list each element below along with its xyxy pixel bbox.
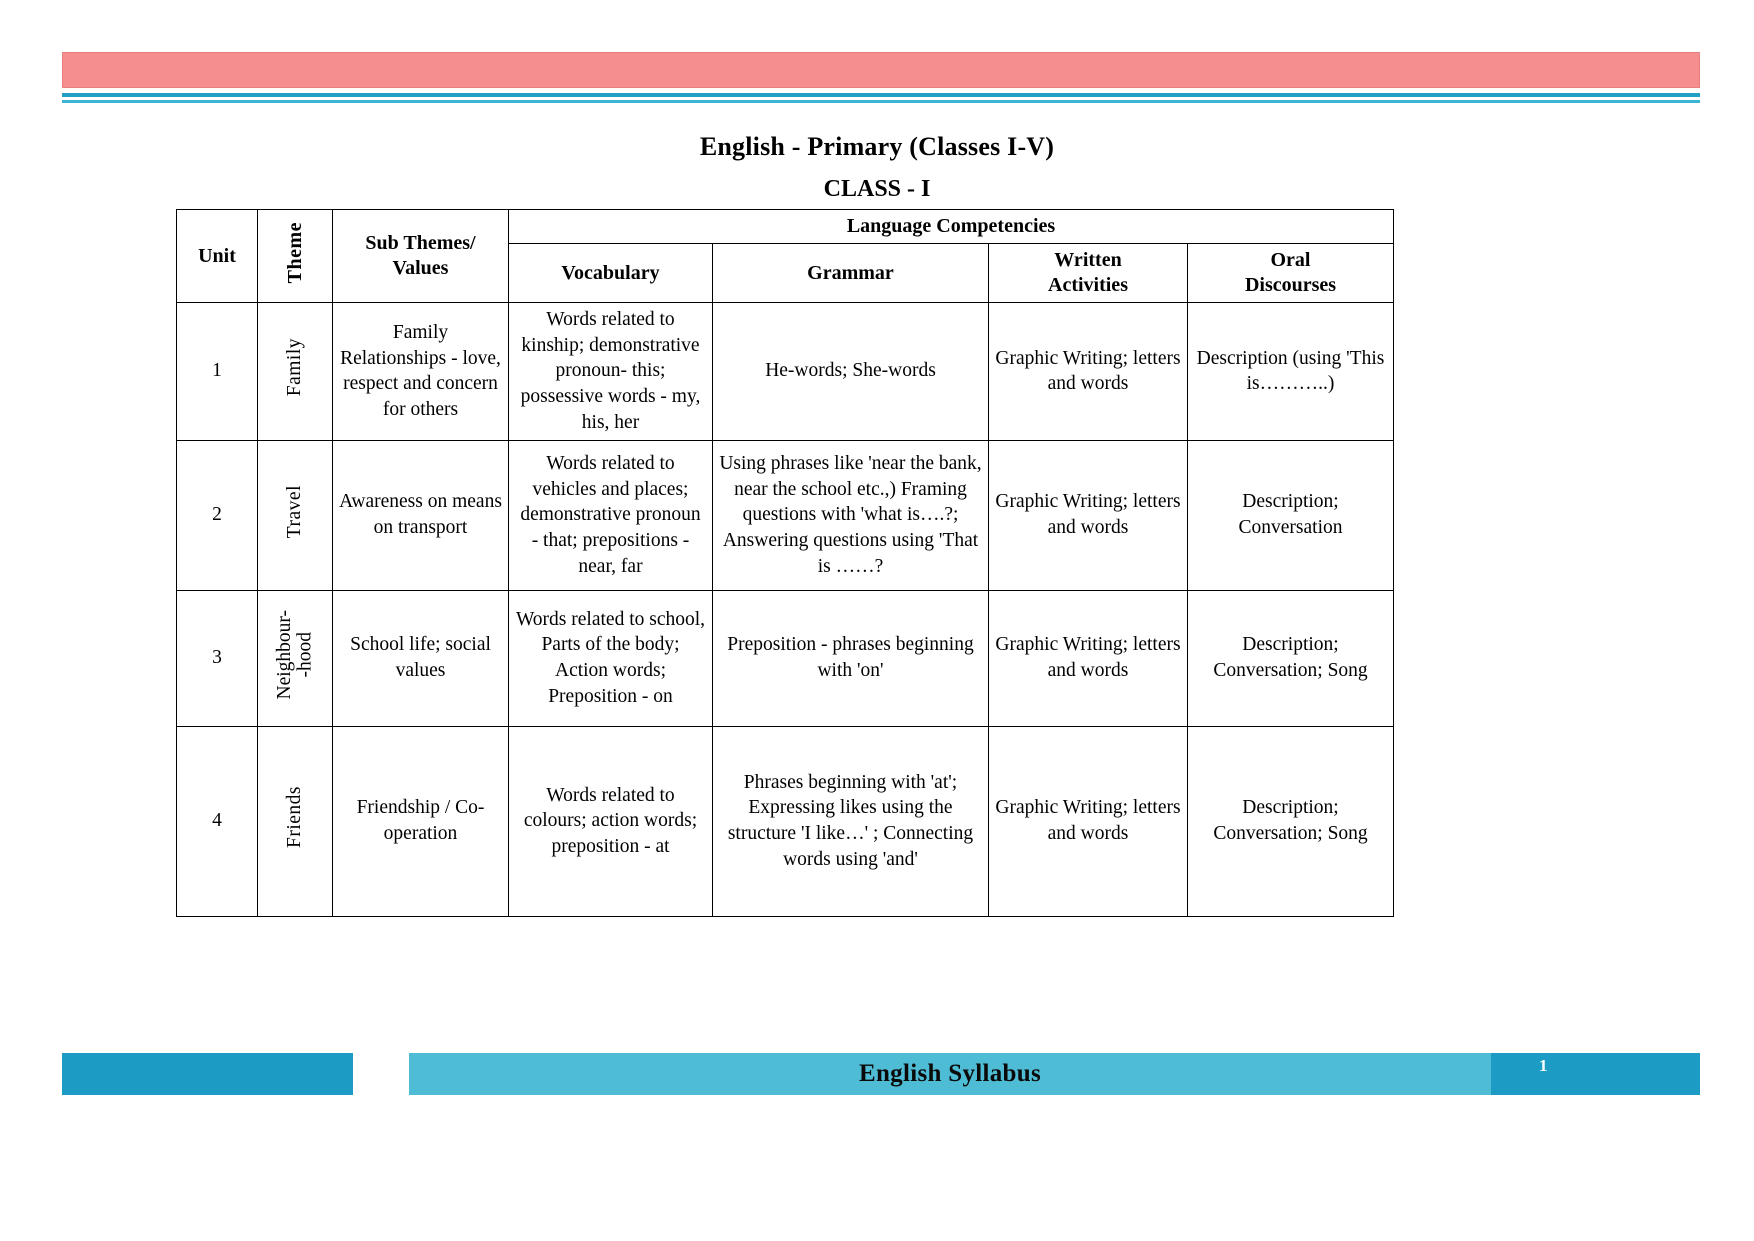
cell-unit: 3 <box>176 589 258 727</box>
header-teal-rule-2 <box>62 100 1700 103</box>
column-header-language-competencies: Language Competencies <box>507 209 1395 244</box>
cell-written-activities: Graphic Writing; letters and words <box>988 302 1188 441</box>
page-footer: English Syllabus 1 <box>62 1053 1700 1095</box>
cell-sub-themes: Awareness on means on transport <box>332 439 509 591</box>
cell-written-activities: Graphic Writing; letters and words <box>988 439 1188 591</box>
column-header-unit: Unit <box>176 209 258 303</box>
page-header-decoration <box>62 52 1700 103</box>
cell-oral-discourses: Description; Conversation; Song <box>1186 725 1395 917</box>
cell-theme: Neighbour- -hood <box>257 589 333 727</box>
cell-sub-themes: Friendship / Co-operation <box>332 725 509 917</box>
cell-oral-discourses: Description (using 'This is………..) <box>1186 302 1395 441</box>
cell-unit: 2 <box>176 439 258 591</box>
table-row: 1 Family Family Relationships - love, re… <box>176 302 1395 441</box>
cell-grammar: Using phrases like 'near the bank, near … <box>712 439 989 591</box>
cell-vocabulary: Words related to colours; action words; … <box>508 725 713 917</box>
cell-theme: Travel <box>257 439 333 591</box>
cell-theme: Friends <box>257 725 333 917</box>
page-number: 1 <box>1539 1056 1548 1075</box>
column-header-oral-discourses: Oral Discourses <box>1186 243 1395 303</box>
sub-themes-line-1: Sub Themes/ <box>365 232 476 254</box>
cell-unit: 1 <box>176 302 258 441</box>
column-header-theme: Theme <box>257 209 333 303</box>
class-subtitle: CLASS - I <box>823 176 931 202</box>
cell-vocabulary: Words related to vehicles and places; de… <box>508 439 713 591</box>
cell-theme-label: Friends <box>283 786 305 849</box>
column-header-written-activities: Written Activities <box>988 243 1188 303</box>
column-header-theme-label: Theme <box>283 221 306 284</box>
cell-written-activities: Graphic Writing; letters and words <box>988 589 1188 727</box>
oral-line-1: Oral <box>1270 249 1311 271</box>
cell-theme: Family <box>257 302 333 441</box>
table-row: 2 Travel Awareness on means on transport… <box>176 439 1395 591</box>
column-header-grammar: Grammar <box>712 243 989 303</box>
written-line-2: Activities <box>1048 274 1128 296</box>
table-row: 4 Friends Friendship / Co-operation Word… <box>176 725 1395 917</box>
cell-theme-line-1: Neighbour- <box>273 609 295 700</box>
cell-theme-label: Neighbour- -hood <box>273 609 316 700</box>
syllabus-table-container: Unit Theme Sub Themes/ Values Language C… <box>176 209 1395 917</box>
cell-sub-themes: School life; social values <box>332 589 509 727</box>
page-title: English - Primary (Classes I-V) <box>699 132 1055 161</box>
cell-vocabulary: Words related to school, Parts of the bo… <box>508 589 713 727</box>
cell-written-activities: Graphic Writing; letters and words <box>988 725 1188 917</box>
cell-oral-discourses: Description; Conversation; Song <box>1186 589 1395 727</box>
cell-grammar: He-words; She-words <box>712 302 989 441</box>
written-line-1: Written <box>1054 249 1122 271</box>
cell-theme-label: Family <box>283 338 305 397</box>
cell-sub-themes: Family Relationships - love, respect and… <box>332 302 509 441</box>
cell-theme-label: Travel <box>283 484 305 538</box>
cell-theme-line-2: -hood <box>294 631 315 678</box>
cell-unit: 4 <box>176 725 258 917</box>
footer-left-block <box>62 1053 353 1095</box>
table-header-row-top: Unit Theme Sub Themes/ Values Language C… <box>176 209 1395 303</box>
column-header-vocabulary: Vocabulary <box>508 243 713 303</box>
footer-title-block: English Syllabus <box>409 1053 1491 1095</box>
oral-line-2: Discourses <box>1244 274 1337 296</box>
cell-grammar: Phrases beginning with 'at'; Expressing … <box>712 725 989 917</box>
table-row: 3 Neighbour- -hood School life; social v… <box>176 589 1395 727</box>
cell-grammar: Preposition - phrases beginning with 'on… <box>712 589 989 727</box>
cell-oral-discourses: Description; Conversation <box>1186 439 1395 591</box>
syllabus-table: Unit Theme Sub Themes/ Values Language C… <box>176 209 1395 917</box>
footer-title: English Syllabus <box>859 1060 1041 1087</box>
cell-vocabulary: Words related to kinship; demonstrative … <box>508 302 713 441</box>
footer-page-block: 1 <box>1491 1053 1700 1095</box>
header-pink-bar <box>62 52 1700 88</box>
column-header-sub-themes: Sub Themes/ Values <box>332 209 509 303</box>
sub-themes-line-2: Values <box>392 257 449 279</box>
